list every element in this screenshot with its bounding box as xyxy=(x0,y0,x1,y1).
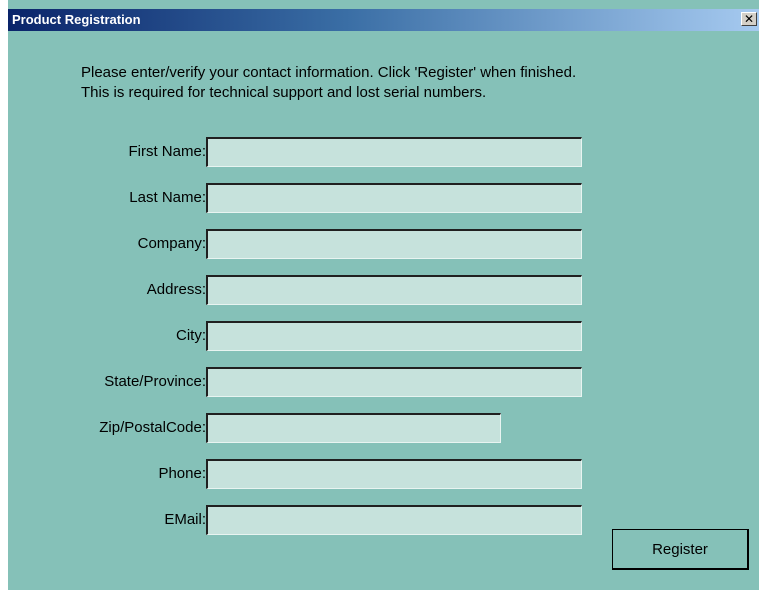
registration-dialog: Product Registration ✕ Please enter/veri… xyxy=(0,0,761,592)
phone-label: Phone: xyxy=(158,465,206,482)
company-field[interactable] xyxy=(206,229,582,259)
register-button[interactable]: Register xyxy=(612,529,749,570)
title-bar[interactable]: Product Registration ✕ xyxy=(8,9,759,31)
company-label: Company: xyxy=(137,235,206,252)
window-title: Product Registration xyxy=(12,12,141,27)
email-field[interactable] xyxy=(206,505,582,535)
first-name-field[interactable] xyxy=(206,137,582,167)
state-province-field[interactable] xyxy=(206,367,582,397)
email-label: EMail: xyxy=(164,511,206,528)
state-province-label: State/Province: xyxy=(104,373,206,390)
state-province-row: State/Province: xyxy=(8,367,759,397)
first-name-row: First Name: xyxy=(8,137,759,167)
instructions-line-1: Please enter/verify your contact informa… xyxy=(81,64,577,81)
close-glyph: ✕ xyxy=(743,12,755,26)
address-row: Address: xyxy=(8,275,759,305)
last-name-field[interactable] xyxy=(206,183,582,213)
city-field[interactable] xyxy=(206,321,582,351)
instructions-line-2: This is required for technical support a… xyxy=(81,84,487,101)
close-icon[interactable]: ✕ xyxy=(741,12,757,26)
city-label: City: xyxy=(176,327,206,344)
phone-row: Phone: xyxy=(8,459,759,489)
phone-field[interactable] xyxy=(206,459,582,489)
address-field[interactable] xyxy=(206,275,582,305)
zip-postal-code-field[interactable] xyxy=(206,413,501,443)
zip-postal-code-row: Zip/PostalCode: xyxy=(8,413,759,443)
zip-postal-code-label: Zip/PostalCode: xyxy=(99,419,206,436)
last-name-row: Last Name: xyxy=(8,183,759,213)
address-label: Address: xyxy=(146,281,206,298)
instructions: Please enter/verify your contact informa… xyxy=(81,63,576,103)
company-row: Company: xyxy=(8,229,759,259)
first-name-label: First Name: xyxy=(128,143,206,160)
last-name-label: Last Name: xyxy=(129,189,206,206)
city-row: City: xyxy=(8,321,759,351)
